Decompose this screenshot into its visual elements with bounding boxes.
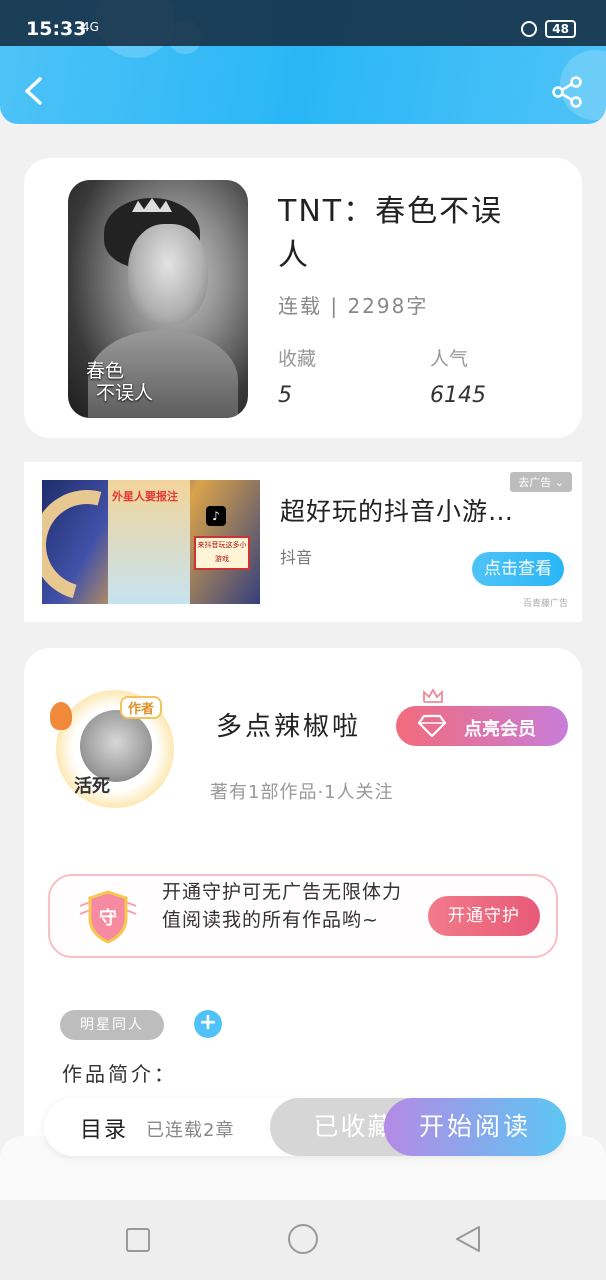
author-name[interactable]: 多点辣椒啦 [216,706,361,743]
recent-apps-icon[interactable] [126,1228,150,1252]
shield-char: 守 [99,907,117,929]
back-icon[interactable] [454,1224,482,1254]
tiktok-icon: ♪ [206,506,226,526]
signal-icon: 4G [82,20,99,34]
vip-membership-button[interactable]: 点亮会员 [396,706,568,746]
ad-source: 抖音 [280,548,313,567]
status-time: 15:33 [26,18,87,40]
favorites-value: 5 [278,383,292,408]
status-bar: 15:33 4G 48 [0,0,606,46]
genre-tag[interactable]: 明星同人 [60,1010,164,1040]
popularity-stat: 人气 6145 [430,344,486,408]
remove-ad-button[interactable]: 去广告 ⌄ [510,472,572,492]
ad-image[interactable]: 外星人要报注 ♪ 来抖音玩这多小游戏 [42,480,260,604]
activate-guard-button[interactable]: 开通守护 [428,896,540,936]
favorites-stat: 收藏 5 [278,344,316,408]
lock-icon [521,21,538,37]
ad-view-button[interactable]: 点击查看 [472,552,564,586]
cover-title-text: 春色 不误人 [86,360,153,404]
ad-image-sign: 来抖音玩这多小游戏 [194,536,250,570]
ad-title: 超好玩的抖音小游… [280,497,515,526]
cover-figure [128,224,208,324]
add-tag-button[interactable]: + [194,1010,222,1038]
guard-description: 开通守护可无广告无限体力值阅读我的所有作品哟~ [162,881,402,931]
avatar-caption: 活死 [74,776,110,797]
author-avatar[interactable]: 作者 活死 [36,682,194,826]
action-bar: 目录 已连载2章 已收藏 开始阅读 [44,1098,566,1156]
battery-indicator: 48 [545,20,576,38]
ad-provider-note: 百青藤广告 [522,599,568,609]
book-status-wordcount: 连载 | 2298字 [278,294,429,318]
shield-icon: 守 [79,890,137,944]
ad-banner[interactable]: 外星人要报注 ♪ 来抖音玩这多小游戏 去广告 ⌄ 超好玩的抖音小游… 抖音 点击… [24,462,582,622]
table-of-contents-button[interactable]: 目录 [80,1112,128,1144]
home-icon[interactable] [288,1224,318,1254]
book-cover-image[interactable]: 春色 不误人 [68,180,248,418]
book-title: TNT：春色不误人 [278,194,504,273]
favorites-label: 收藏 [278,348,317,370]
avatar-ornament [50,702,72,730]
book-info-card: 春色 不误人 TNT：春色不误人 连载 | 2298字 收藏 5 人气 6145 [24,158,582,438]
chapter-count: 已连载2章 [146,1120,235,1141]
share-icon[interactable] [552,76,582,108]
crown-icon [423,688,443,703]
cover-title-line: 春色 [86,360,125,382]
author-badge: 作者 [120,696,163,719]
popularity-label: 人气 [430,348,469,370]
vip-button-label: 点亮会员 [464,719,536,740]
system-nav-bar [0,1200,606,1280]
guard-promo: 守 开通守护可无广告无限体力值阅读我的所有作品哟~ 开通守护 [48,874,558,958]
header-bar: 15:33 4G 48 [0,0,606,124]
ad-image-title: 外星人要报注 [112,490,178,503]
back-arrow-icon[interactable] [22,76,46,106]
cover-title-line: 不误人 [96,382,154,404]
author-stats: 著有1部作品·1人关注 [210,782,394,803]
diamond-icon [418,714,446,738]
popularity-value: 6145 [430,383,486,408]
synopsis-label: 作品简介： [62,1062,177,1086]
start-reading-button[interactable]: 开始阅读 [384,1098,566,1156]
